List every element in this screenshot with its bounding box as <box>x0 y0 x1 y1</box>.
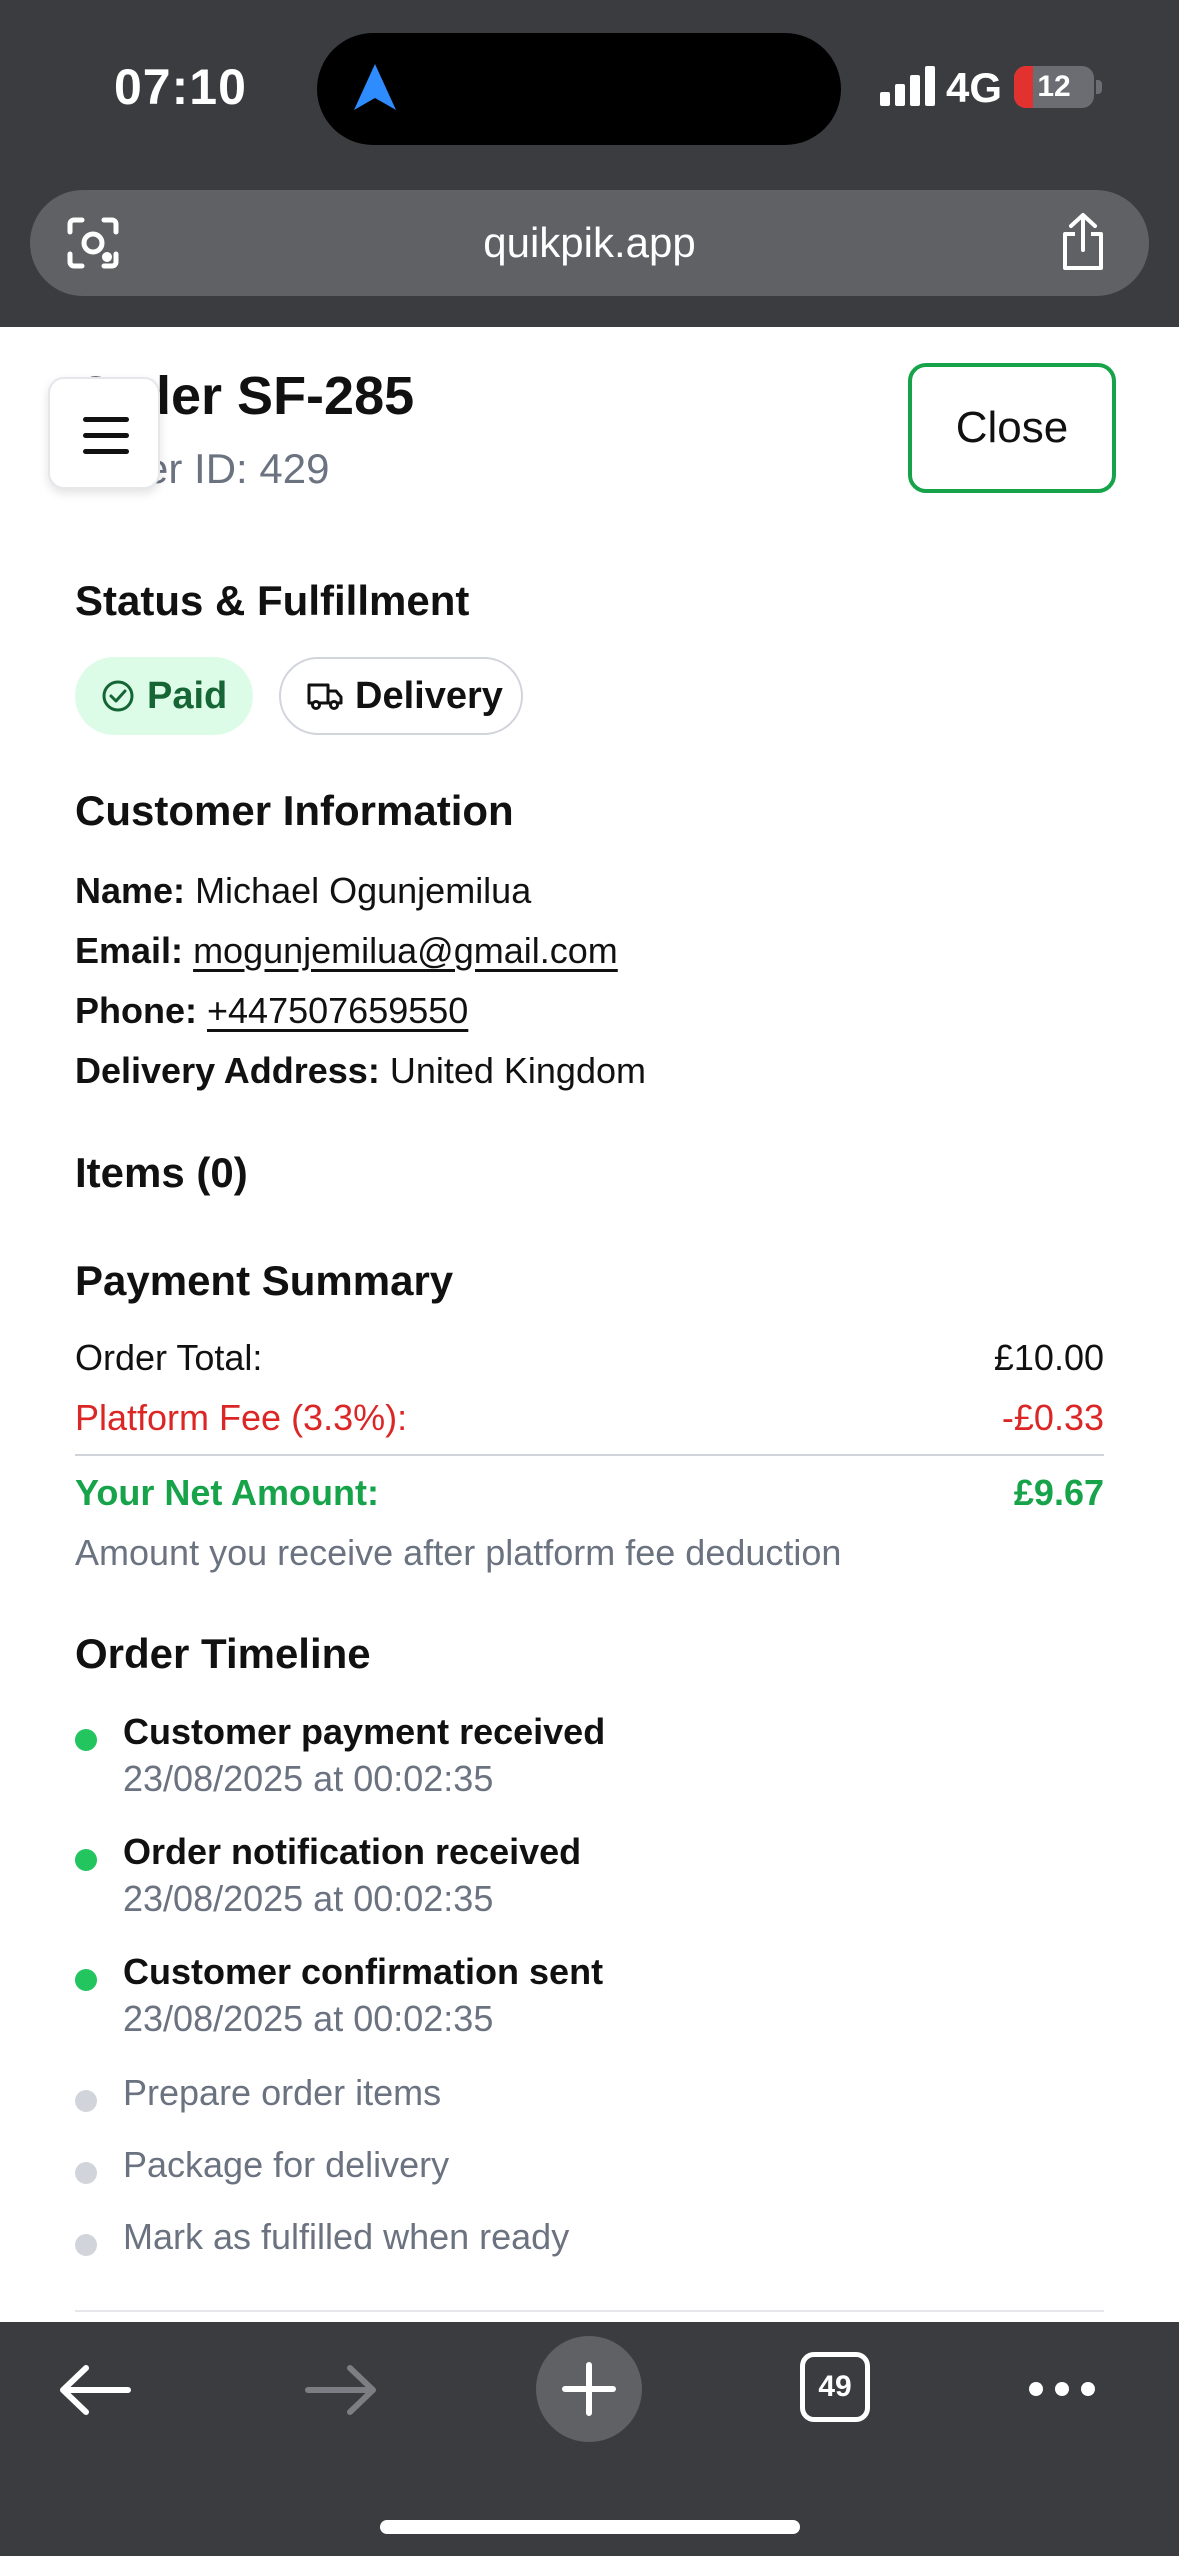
net-amount-row: Your Net Amount: £9.67 <box>75 1472 1104 1514</box>
timeline-time: 23/08/2025 at 00:02:35 <box>123 1758 494 1799</box>
timeline-dot-pending <box>75 2234 97 2256</box>
net-amount-note: Amount you receive after platform fee de… <box>75 1532 842 1573</box>
platform-fee-row: Platform Fee (3.3%): -£0.33 <box>75 1397 1104 1439</box>
delivery-address: United Kingdom <box>389 1050 646 1091</box>
payment-heading: Payment Summary <box>75 1257 454 1304</box>
payment-divider <box>75 1454 1104 1456</box>
order-total-value: £10.00 <box>993 1337 1104 1378</box>
battery-icon: 12 <box>1014 66 1094 108</box>
status-time: 07:10 <box>114 59 247 115</box>
address-label: Delivery Address: <box>75 1050 380 1091</box>
timeline-time: 23/08/2025 at 00:02:35 <box>123 1878 494 1919</box>
customer-heading: Customer Information <box>75 787 514 834</box>
timeline-dot-done <box>75 1849 97 1871</box>
plus-icon <box>562 2362 616 2416</box>
timeline-label: Mark as fulfilled when ready <box>123 2216 570 2257</box>
address-bar[interactable]: quikpik.app <box>30 190 1149 296</box>
timeline-label: Prepare order items <box>123 2072 442 2113</box>
url-text[interactable]: quikpik.app <box>30 190 1149 296</box>
forward-icon[interactable] <box>304 2364 378 2416</box>
timeline-label: Order notification received <box>123 1831 582 1872</box>
order-total-row: Order Total: £10.00 <box>75 1337 1104 1379</box>
net-amount-value: £9.67 <box>1013 1472 1104 1513</box>
status-bar: 07:10 4G 12 <box>0 0 1179 180</box>
customer-address-row: Delivery Address: United Kingdom <box>75 1050 646 1092</box>
timeline-dot-done <box>75 1729 97 1751</box>
timeline-label: Customer confirmation sent <box>123 1951 604 1992</box>
share-icon[interactable] <box>1057 212 1109 272</box>
menu-button[interactable] <box>48 377 160 489</box>
customer-email-row: Email: mogunjemilua@gmail.com <box>75 930 618 972</box>
email-link[interactable]: mogunjemilua@gmail.com <box>193 930 618 971</box>
platform-fee-value: -£0.33 <box>1001 1397 1104 1438</box>
more-icon[interactable] <box>1026 2378 1098 2400</box>
items-heading: Items (0) <box>75 1149 248 1196</box>
phone-label: Phone: <box>75 990 197 1031</box>
timeline-dot-done <box>75 1969 97 1991</box>
platform-fee-label: Platform Fee (3.3%): <box>75 1397 408 1438</box>
phone-link[interactable]: +447507659550 <box>207 990 468 1031</box>
paid-badge-label: Paid <box>147 674 228 717</box>
customer-name-row: Name: Michael Ogunjemilua <box>75 870 531 912</box>
timeline-dot-pending <box>75 2090 97 2112</box>
new-tab-button[interactable] <box>536 2336 642 2442</box>
delivery-badge: Delivery <box>279 657 523 735</box>
name-label: Name: <box>75 870 186 911</box>
truck-icon <box>307 683 343 710</box>
bottom-divider <box>75 2310 1104 2312</box>
timeline-time: 23/08/2025 at 00:02:35 <box>123 1998 494 2039</box>
timeline-dot-pending <box>75 2162 97 2184</box>
delivery-badge-label: Delivery <box>355 674 503 717</box>
back-icon[interactable] <box>58 2364 132 2416</box>
status-heading: Status & Fulfillment <box>75 577 470 624</box>
order-total-label: Order Total: <box>75 1337 263 1378</box>
customer-name: Michael Ogunjemilua <box>195 870 532 911</box>
battery-percent: 12 <box>1037 70 1071 103</box>
order-detail-page: Order SF-285 Order ID: 429 Close Status … <box>0 327 1179 2327</box>
timeline-heading: Order Timeline <box>75 1630 371 1677</box>
email-label: Email: <box>75 930 184 971</box>
net-amount-label: Your Net Amount: <box>75 1472 379 1513</box>
tab-count-button[interactable]: 49 <box>800 2352 870 2422</box>
home-indicator <box>380 2520 800 2534</box>
timeline-label: Package for delivery <box>123 2144 450 2185</box>
navigation-arrow-icon <box>354 64 396 110</box>
browser-toolbar: 49 <box>0 2322 1179 2556</box>
close-button[interactable]: Close <box>908 363 1116 493</box>
check-circle-icon <box>102 680 134 712</box>
customer-phone-row: Phone: +447507659550 <box>75 990 468 1032</box>
battery-cap <box>1096 80 1102 94</box>
timeline-label: Customer payment received <box>123 1711 606 1752</box>
paid-badge: Paid <box>75 657 253 735</box>
signal-icon <box>880 66 935 106</box>
network-type: 4G <box>946 64 1003 111</box>
